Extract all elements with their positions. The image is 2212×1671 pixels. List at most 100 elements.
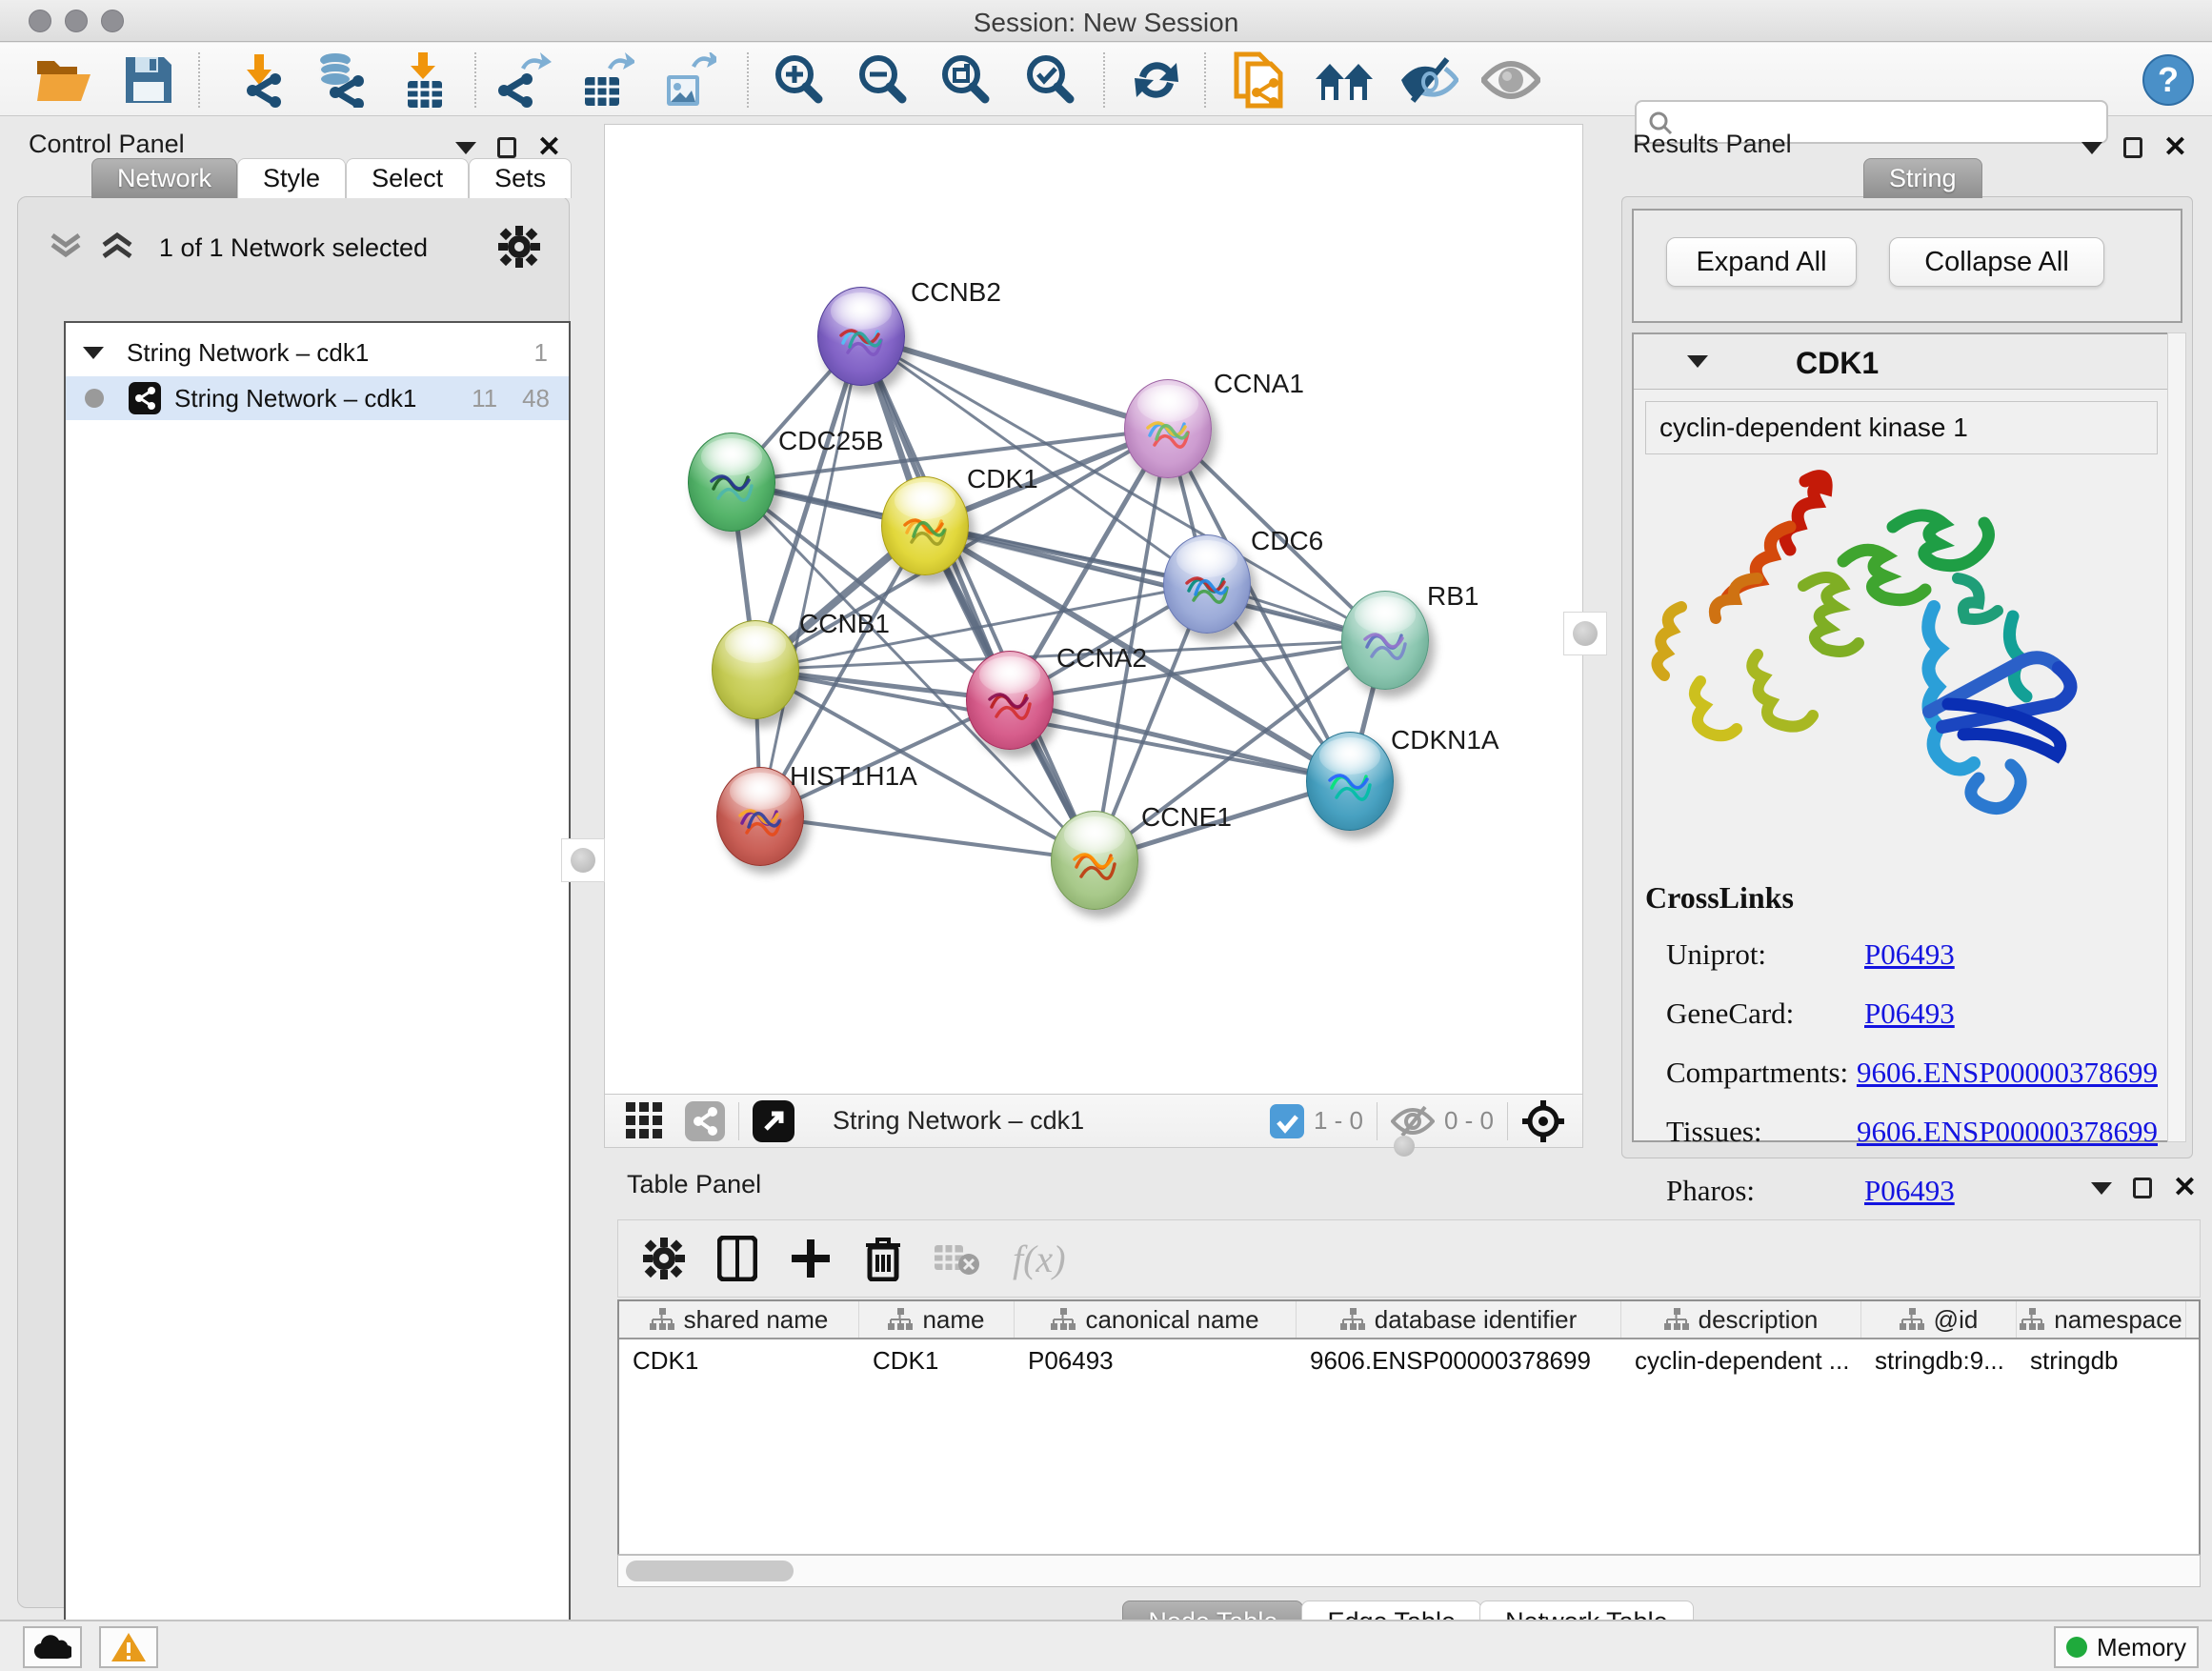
tab-network[interactable]: Network [91, 158, 237, 198]
network-row-selected[interactable]: String Network – cdk1 11 48 [66, 376, 569, 420]
column-header-description[interactable]: description [1621, 1301, 1861, 1338]
network-node-ccne1[interactable] [1051, 811, 1138, 910]
import-network-icon[interactable] [225, 54, 293, 106]
export-table-icon[interactable] [573, 54, 642, 106]
tab-style[interactable]: Style [237, 158, 346, 198]
zoom-selected-icon[interactable] [1016, 54, 1084, 106]
node-table[interactable]: shared namenamecanonical namedatabase id… [617, 1299, 2201, 1555]
table-cell[interactable]: CDK1 [619, 1339, 859, 1381]
network-node-ccnb2[interactable] [817, 287, 905, 386]
zoom-fit-icon[interactable] [931, 54, 999, 106]
network-node-ccna1[interactable] [1124, 379, 1212, 478]
column-header-id[interactable]: @id [1861, 1301, 2017, 1338]
table-cell[interactable]: CDK1 [859, 1339, 1015, 1381]
table-cell[interactable]: stringdb [2017, 1339, 2186, 1381]
table-cell[interactable]: P06493 [1015, 1339, 1297, 1381]
delete-column-icon[interactable] [864, 1236, 902, 1281]
open-in-browser-icon[interactable] [753, 1100, 794, 1142]
network-options-gear-icon[interactable] [498, 226, 540, 268]
column-header-namespace[interactable]: namespace [2017, 1301, 2186, 1338]
zoom-out-icon[interactable] [848, 54, 916, 106]
table-cell[interactable]: cyclin-dependent ... [1621, 1339, 1861, 1381]
tab-select[interactable]: Select [346, 158, 469, 198]
node-label-cdc6: CDC6 [1251, 526, 1323, 556]
crosslink-link[interactable]: 9606.ENSP00000378699 [1857, 1056, 2158, 1090]
birdseye-navigator-icon[interactable] [1521, 1099, 1565, 1143]
node-gloss-highlight [979, 656, 1041, 694]
function-builder-icon[interactable]: f(x) [1013, 1237, 1066, 1281]
zoom-in-icon[interactable] [764, 54, 833, 106]
close-panel-icon[interactable]: ✕ [537, 137, 561, 158]
hide-graphics-icon[interactable] [1394, 54, 1462, 106]
network-canvas[interactable]: CCNB2CCNA1CDC25BCDK1CDC6RB1CCNB1CCNA2CDK… [604, 124, 1583, 1094]
float-panel-icon[interactable] [497, 137, 516, 158]
table-cell[interactable]: stringdb:9... [1861, 1339, 2017, 1381]
help-icon[interactable]: ? [2134, 54, 2202, 106]
network-node-cdkn1a[interactable] [1306, 732, 1394, 831]
add-column-icon[interactable] [790, 1238, 832, 1279]
network-node-cdc25b[interactable] [688, 433, 775, 532]
tab-string-results[interactable]: String [1863, 158, 1982, 198]
network-edge[interactable] [861, 336, 1168, 429]
grid-view-icon[interactable] [626, 1102, 664, 1140]
network-node-ccna2[interactable] [966, 651, 1054, 750]
column-header-canonicalname[interactable]: canonical name [1015, 1301, 1297, 1338]
column-header-name[interactable]: name [859, 1301, 1015, 1338]
network-collection-row[interactable]: String Network – cdk1 1 [66, 331, 569, 374]
table-cell[interactable]: 9606.ENSP00000378699 [1297, 1339, 1621, 1381]
crosslink-row: Compartments:9606.ENSP00000378699 [1645, 1043, 2158, 1102]
results-scrollbar[interactable] [2167, 332, 2186, 1142]
tab-sets[interactable]: Sets [469, 158, 572, 198]
crosslink-link[interactable]: P06493 [1864, 997, 1955, 1031]
close-panel-icon[interactable]: ✕ [2173, 1178, 2197, 1198]
panel-menu-icon[interactable] [455, 142, 476, 154]
column-type-icon [888, 1308, 913, 1331]
cloud-status-button[interactable] [23, 1626, 82, 1668]
collapse-all-button[interactable]: Collapse All [1889, 237, 2104, 287]
memory-button[interactable]: Memory [2054, 1626, 2199, 1668]
network-node-ccnb1[interactable] [712, 620, 799, 719]
panel-menu-icon[interactable] [2091, 1182, 2112, 1195]
table-row[interactable]: CDK1CDK1P064939606.ENSP00000378699cyclin… [619, 1339, 2199, 1381]
table-options-gear-icon[interactable] [643, 1238, 685, 1279]
collapse-protein-icon[interactable] [1687, 355, 1708, 368]
hidden-eye-icon[interactable] [1391, 1105, 1435, 1137]
show-columns-icon[interactable] [717, 1236, 757, 1281]
network-edge[interactable] [760, 816, 1095, 860]
column-header-databaseidentifier[interactable]: database identifier [1297, 1301, 1621, 1338]
clone-network-icon[interactable] [1225, 54, 1294, 106]
string-app-icon [129, 382, 161, 414]
home-icon[interactable] [1310, 54, 1378, 106]
left-splitter-handle[interactable] [561, 838, 605, 882]
warnings-button[interactable] [99, 1626, 158, 1668]
refresh-icon[interactable] [1122, 54, 1191, 106]
export-image-icon[interactable] [655, 54, 724, 106]
string-view-icon[interactable] [685, 1101, 725, 1141]
close-panel-icon[interactable]: ✕ [2163, 137, 2187, 158]
table-hscrollbar[interactable] [617, 1555, 2201, 1587]
crosslink-link[interactable]: P06493 [1864, 937, 1955, 972]
float-panel-icon[interactable] [2123, 137, 2142, 158]
node-gloss-highlight [895, 482, 956, 519]
export-network-icon[interactable] [490, 54, 558, 106]
network-edge[interactable] [760, 336, 861, 816]
selected-checkbox-icon[interactable] [1270, 1104, 1304, 1138]
network-node-cdc6[interactable] [1163, 534, 1251, 634]
node-gloss-highlight [701, 438, 763, 475]
crosslink-link[interactable]: 9606.ENSP00000378699 [1857, 1115, 2158, 1149]
tree-expand-icon[interactable] [83, 347, 104, 359]
import-table-icon[interactable] [391, 54, 459, 106]
show-graphics-icon[interactable] [1477, 54, 1545, 106]
expand-all-button[interactable]: Expand All [1666, 237, 1857, 287]
bottom-splitter-handle[interactable] [1382, 1134, 1426, 1158]
network-node-cdk1[interactable] [881, 476, 969, 575]
open-session-icon[interactable] [30, 54, 99, 106]
network-node-rb1[interactable] [1341, 591, 1429, 690]
right-splitter-handle[interactable] [1563, 612, 1607, 655]
column-header-sharedname[interactable]: shared name [619, 1301, 859, 1338]
float-panel-icon[interactable] [2133, 1178, 2152, 1198]
panel-menu-icon[interactable] [2081, 142, 2102, 154]
import-database-icon[interactable] [305, 54, 373, 106]
save-session-icon[interactable] [114, 54, 183, 106]
delete-table-icon[interactable] [935, 1241, 980, 1276]
